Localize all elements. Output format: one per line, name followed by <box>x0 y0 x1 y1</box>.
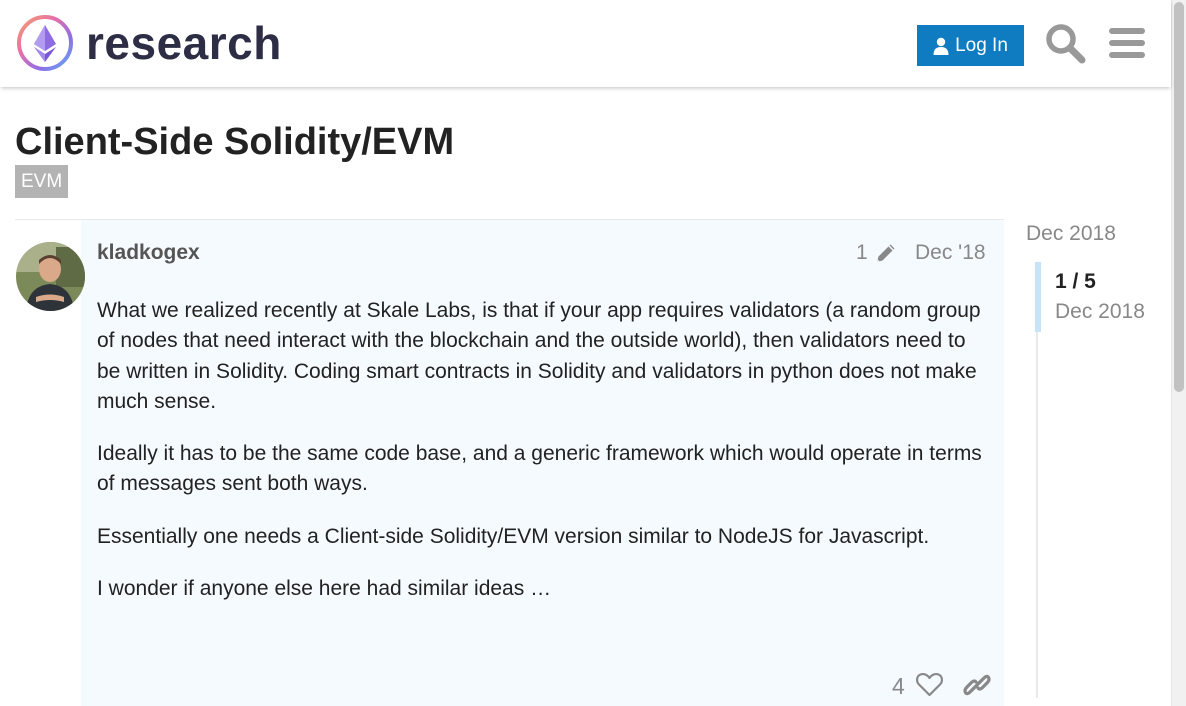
topic-title[interactable]: Client-Side Solidity/EVM <box>15 120 454 164</box>
post-content: What we realized recently at Skale Labs,… <box>97 296 989 626</box>
login-label: Log In <box>955 34 1008 56</box>
post-date[interactable]: Dec '18 <box>915 239 986 267</box>
link-icon[interactable] <box>962 670 992 700</box>
edit-count: 1 <box>856 241 868 264</box>
page-scrollbar[interactable] <box>1171 0 1186 706</box>
user-icon <box>933 37 949 55</box>
timeline-handle[interactable] <box>1035 262 1041 332</box>
post-username[interactable]: kladkogex <box>97 239 200 267</box>
pencil-icon <box>876 244 895 262</box>
post-paragraph: What we realized recently at Skale Labs,… <box>97 299 981 413</box>
login-button[interactable]: Log In <box>917 25 1024 66</box>
scrollbar-thumb[interactable] <box>1174 2 1184 392</box>
site-header: research Log In <box>0 0 1171 87</box>
timeline-position: 1 / 5 <box>1055 270 1096 293</box>
site-name: research <box>86 17 282 69</box>
edit-history[interactable]: 1 <box>856 239 898 267</box>
hamburger-menu-icon[interactable] <box>1106 22 1148 64</box>
avatar-image <box>16 242 85 311</box>
tag-badge[interactable]: EVM <box>15 165 69 198</box>
post-paragraph: Ideally it has to be the same code base,… <box>97 442 982 496</box>
like-count[interactable]: 4 <box>892 672 905 700</box>
ethereum-research-logo-icon <box>17 15 73 71</box>
search-icon[interactable] <box>1044 22 1086 64</box>
site-logo[interactable]: research <box>16 14 282 72</box>
timeline-start-date[interactable]: Dec 2018 <box>1026 220 1116 248</box>
user-avatar[interactable] <box>16 242 85 311</box>
timeline-current-date: Dec 2018 <box>1055 300 1145 323</box>
heart-icon[interactable] <box>915 670 944 699</box>
post-paragraph: I wonder if anyone else here had similar… <box>97 577 552 601</box>
post-paragraph: Essentially one needs a Client-side Soli… <box>97 524 930 548</box>
